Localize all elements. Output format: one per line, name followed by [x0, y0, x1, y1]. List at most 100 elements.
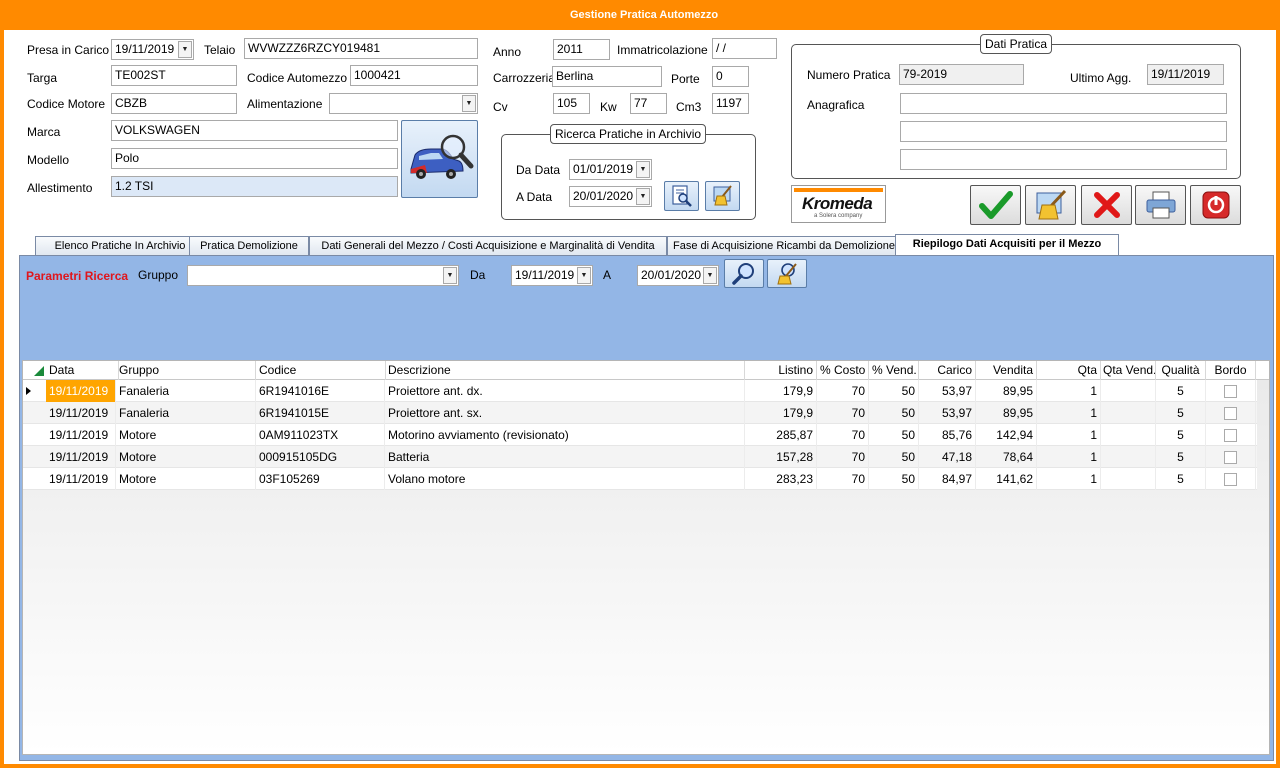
table-cell[interactable]: 5 — [1156, 468, 1206, 490]
table-cell[interactable]: 157,28 — [745, 446, 817, 468]
column-header-descrizione[interactable]: Descrizione — [385, 361, 745, 380]
tab-dati-generali[interactable]: Dati Generali del Mezzo / Costi Acquisiz… — [309, 236, 667, 256]
kw-input[interactable]: 77 — [630, 93, 667, 114]
search-vehicle-button[interactable] — [401, 120, 478, 198]
table-cell[interactable]: 5 — [1156, 402, 1206, 424]
table-row[interactable]: 19/11/2019 Motore 03F105269 Volano motore 28… — [23, 468, 1257, 490]
numero-pratica-input[interactable]: 79-2019 — [899, 64, 1024, 85]
table-cell[interactable] — [1206, 380, 1256, 402]
filter-search-button[interactable] — [724, 259, 764, 288]
table-cell[interactable] — [1206, 446, 1256, 468]
codice-automezzo-input[interactable]: 1000421 — [350, 65, 478, 86]
dropdown-arrow-icon[interactable]: ▼ — [462, 95, 476, 112]
dropdown-arrow-icon[interactable]: ▼ — [577, 267, 591, 284]
table-cell[interactable]: Batteria — [385, 446, 745, 468]
table-cell[interactable]: 03F105269 — [256, 468, 385, 490]
table-cell[interactable]: 19/11/2019 — [46, 468, 116, 490]
tab-pratica-demolizione[interactable]: Pratica Demolizione — [189, 236, 309, 256]
table-cell[interactable]: 85,76 — [916, 424, 976, 446]
ultimo-agg-input[interactable]: 19/11/2019 — [1147, 64, 1224, 85]
table-cell[interactable] — [1100, 402, 1156, 424]
table-cell[interactable] — [1100, 424, 1156, 446]
filter-clear-button[interactable] — [767, 259, 807, 288]
table-cell[interactable]: 19/11/2019 — [46, 380, 116, 402]
table-cell[interactable]: 179,9 — [745, 380, 817, 402]
table-cell[interactable]: 70 — [817, 380, 869, 402]
table-cell[interactable]: 283,23 — [745, 468, 817, 490]
kromeda-logo[interactable]: Kromeda a Solera company — [791, 185, 886, 223]
telaio-input[interactable]: WVWZZZ6RZCY019481 — [244, 38, 478, 59]
table-cell[interactable]: 5 — [1156, 380, 1206, 402]
table-cell[interactable]: 70 — [817, 402, 869, 424]
filter-a-date-picker[interactable]: 20/01/2020 ▼ — [637, 265, 719, 286]
anagrafica-line-3[interactable] — [900, 149, 1227, 170]
table-cell[interactable]: 70 — [817, 468, 869, 490]
column-header-vendita[interactable]: Vendita — [976, 361, 1037, 380]
bordo-checkbox[interactable] — [1224, 429, 1237, 443]
table-cell[interactable]: 1 — [1035, 402, 1101, 424]
presa-date-picker[interactable]: 19/11/2019 ▼ — [111, 39, 194, 60]
dropdown-arrow-icon[interactable]: ▼ — [636, 161, 650, 178]
column-header-qualita[interactable]: Qualità — [1156, 361, 1206, 380]
table-cell[interactable]: 50 — [869, 380, 919, 402]
bordo-checkbox[interactable] — [1224, 385, 1237, 399]
column-header-qta[interactable]: Qta — [1035, 361, 1101, 380]
table-cell[interactable]: 1 — [1035, 446, 1101, 468]
table-cell[interactable]: 0AM911023TX — [256, 424, 385, 446]
table-cell[interactable]: 285,87 — [745, 424, 817, 446]
table-cell[interactable]: Motore — [116, 446, 256, 468]
table-cell[interactable]: 50 — [869, 446, 919, 468]
table-cell[interactable]: Fanaleria — [116, 402, 256, 424]
table-cell[interactable]: Volano motore — [385, 468, 745, 490]
table-cell[interactable]: 179,9 — [745, 402, 817, 424]
table-cell[interactable]: 000915105DG — [256, 446, 385, 468]
table-row[interactable]: 19/11/2019 Motore 000915105DG Batteria 157,2… — [23, 446, 1257, 468]
table-row[interactable]: 19/11/2019 Fanaleria 6R1941015E Proiettore … — [23, 402, 1257, 424]
table-cell[interactable]: 84,97 — [916, 468, 976, 490]
table-cell[interactable]: 19/11/2019 — [46, 424, 116, 446]
table-cell[interactable]: 1 — [1035, 468, 1101, 490]
table-cell[interactable]: Motore — [116, 468, 256, 490]
table-cell[interactable]: 53,97 — [916, 380, 976, 402]
column-header-gruppo[interactable]: Gruppo — [116, 361, 256, 380]
table-cell[interactable]: 50 — [869, 402, 919, 424]
column-header-listino[interactable]: Listino — [745, 361, 817, 380]
table-row[interactable]: 19/11/2019 Motore 0AM911023TX Motorino avvi… — [23, 424, 1257, 446]
cv-input[interactable]: 105 — [553, 93, 590, 114]
dropdown-arrow-icon[interactable]: ▼ — [636, 188, 650, 205]
ricerca-search-button[interactable] — [664, 181, 699, 211]
table-cell[interactable]: 47,18 — [916, 446, 976, 468]
table-cell[interactable]: 6R1941015E — [256, 402, 385, 424]
print-button[interactable] — [1135, 185, 1186, 225]
table-cell[interactable]: 19/11/2019 — [46, 446, 116, 468]
column-header-carico[interactable]: Carico — [916, 361, 976, 380]
anagrafica-line-1[interactable] — [900, 93, 1227, 114]
table-cell[interactable] — [1206, 402, 1256, 424]
tab-fase-acquisizione[interactable]: Fase di Acquisizione Ricambi da Demolizi… — [667, 236, 901, 256]
table-cell[interactable]: 5 — [1156, 424, 1206, 446]
ricerca-a-date-picker[interactable]: 20/01/2020 ▼ — [569, 186, 652, 207]
modello-input[interactable]: Polo — [111, 148, 398, 169]
targa-input[interactable]: TE002ST — [111, 65, 237, 86]
tab-riepilogo[interactable]: Riepilogo Dati Acquisiti per il Mezzo — [895, 234, 1119, 256]
exit-button[interactable] — [1190, 185, 1241, 225]
select-all-icon[interactable] — [34, 366, 44, 376]
confirm-button[interactable] — [970, 185, 1021, 225]
table-cell[interactable]: Motore — [116, 424, 256, 446]
table-cell[interactable]: 1 — [1035, 424, 1101, 446]
cm3-input[interactable]: 1197 — [712, 93, 749, 114]
porte-input[interactable]: 0 — [712, 66, 749, 87]
table-cell[interactable]: 89,95 — [976, 402, 1037, 424]
codice-motore-input[interactable]: CBZB — [111, 93, 237, 114]
table-cell[interactable]: 89,95 — [976, 380, 1037, 402]
column-header-data[interactable]: Data — [46, 361, 119, 380]
ricerca-da-date-picker[interactable]: 01/01/2019 ▼ — [569, 159, 652, 180]
table-cell[interactable] — [1100, 380, 1156, 402]
column-header-codice[interactable]: Codice — [256, 361, 386, 380]
table-cell[interactable]: 19/11/2019 — [46, 402, 116, 424]
table-cell[interactable]: 53,97 — [916, 402, 976, 424]
table-cell[interactable] — [1206, 424, 1256, 446]
dropdown-arrow-icon[interactable]: ▼ — [178, 41, 192, 58]
bordo-checkbox[interactable] — [1224, 407, 1237, 421]
clear-button[interactable] — [1025, 185, 1076, 225]
